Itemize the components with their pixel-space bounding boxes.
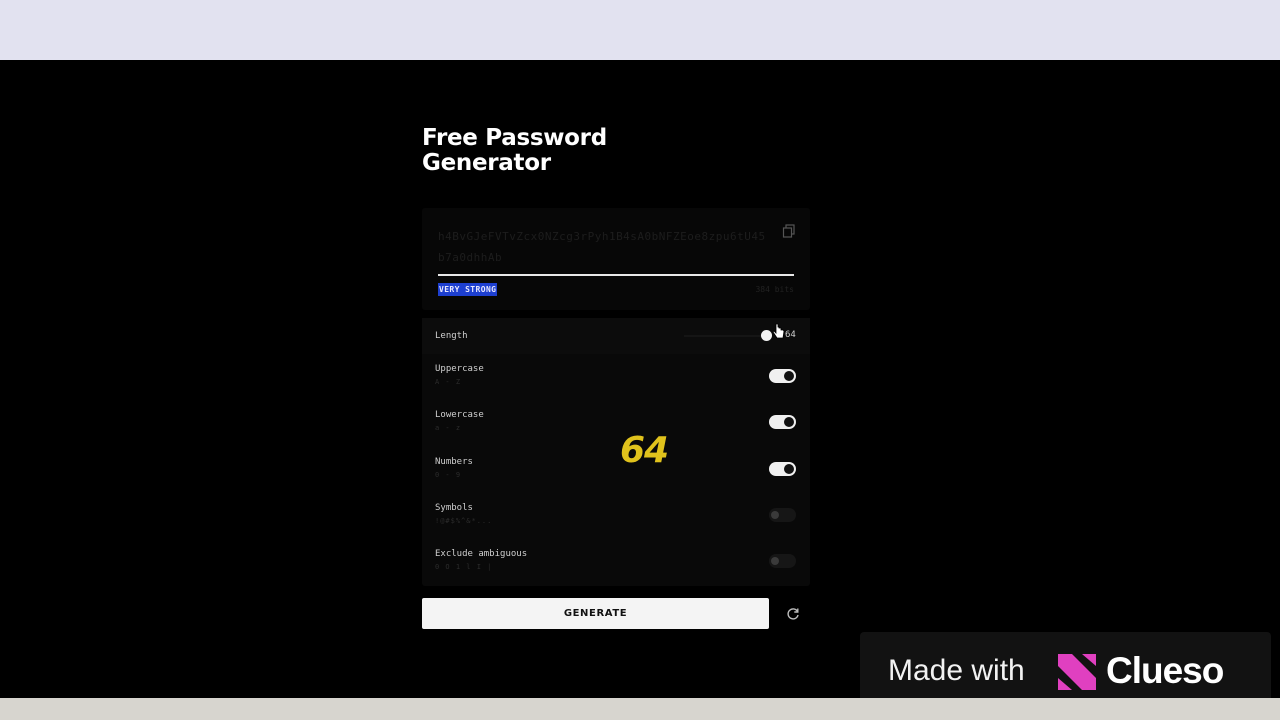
entropy-bits: 384 bits xyxy=(755,285,794,294)
options-panel: Length 64 Uppercase A - Z Lowercase a - … xyxy=(422,318,810,586)
page-title-line2: Generator xyxy=(422,150,551,176)
password-card: h4BvGJeFVTvZcx0NZcg3rPyh1B4sA0bNFZEoe8zp… xyxy=(422,208,810,310)
watermark-made-with: Made with xyxy=(888,654,1025,687)
toggle-symbols[interactable] xyxy=(769,508,796,522)
length-slider-track[interactable] xyxy=(684,335,770,337)
generate-button[interactable]: GENERATE xyxy=(422,598,769,629)
length-value: 64 xyxy=(785,330,796,340)
clueso-logo-icon xyxy=(1058,654,1096,690)
option-row-exclude-ambiguous: Exclude ambiguous 0 O 1 l I | xyxy=(422,549,810,589)
option-sub: A - Z xyxy=(435,378,462,386)
option-row-uppercase: Uppercase A - Z xyxy=(422,364,810,404)
length-row: Length 64 xyxy=(422,318,810,354)
copy-icon[interactable] xyxy=(782,224,796,238)
refresh-icon[interactable] xyxy=(783,604,803,624)
page-title: Free Password Generator xyxy=(422,126,742,176)
page-title-line1: Free Password xyxy=(422,125,607,151)
option-row-symbols: Symbols !@#$%^&*... xyxy=(422,503,810,543)
length-label: Length xyxy=(435,331,468,341)
option-sub: 0 O 1 l I | xyxy=(435,563,493,571)
hand-cursor-icon xyxy=(772,323,785,339)
option-row-lowercase: Lowercase a - z xyxy=(422,410,810,450)
strength-bar xyxy=(438,274,794,276)
option-row-numbers: Numbers 0 - 9 xyxy=(422,457,810,497)
option-label: Exclude ambiguous xyxy=(435,549,528,559)
length-slider-thumb[interactable] xyxy=(761,330,772,341)
option-sub: a - z xyxy=(435,424,462,432)
length-overlay-number: 64 xyxy=(620,430,669,471)
watermark-brand: Clueso xyxy=(1106,650,1224,691)
option-sub: !@#$%^&*... xyxy=(435,517,493,525)
toggle-exclude-ambiguous[interactable] xyxy=(769,554,796,568)
toggle-lowercase[interactable] xyxy=(769,415,796,429)
bottom-strip xyxy=(0,698,1280,720)
toggle-uppercase[interactable] xyxy=(769,369,796,383)
option-sub: 0 - 9 xyxy=(435,471,462,479)
toggle-numbers[interactable] xyxy=(769,462,796,476)
password-output[interactable]: h4BvGJeFVTvZcx0NZcg3rPyh1B4sA0bNFZEoe8zp… xyxy=(438,226,768,268)
browser-top-strip xyxy=(0,0,1280,60)
option-label: Uppercase xyxy=(435,364,484,374)
option-label: Numbers xyxy=(435,457,473,467)
option-label: Symbols xyxy=(435,503,473,513)
strength-badge: VERY STRONG xyxy=(438,283,498,296)
option-label: Lowercase xyxy=(435,410,484,420)
